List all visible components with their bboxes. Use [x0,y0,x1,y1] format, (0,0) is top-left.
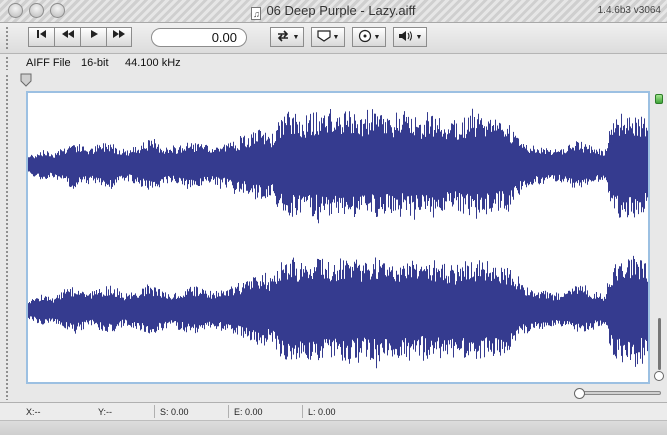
green-marker-icon[interactable] [655,94,663,104]
cursor-x-readout: X:-- [26,407,41,417]
play-button[interactable] [80,27,106,47]
rewind-button[interactable] [54,27,80,47]
vertical-zoom-control[interactable] [653,92,665,384]
title-bar[interactable]: ♫ 06 Deep Purple - Lazy.aiff 1.4.6b3 v306… [0,0,667,23]
window-title: ♫ 06 Deep Purple - Lazy.aiff [0,3,667,20]
volume-icon [398,31,412,41]
vertical-zoom-track[interactable] [658,318,661,370]
view-menu-button[interactable]: ▼ [352,27,386,47]
selection-end-readout: E: 0.00 [234,407,263,417]
bit-depth-label: 16-bit [81,57,109,69]
cursor-y-readout: Y:-- [98,407,113,417]
chevron-down-icon: ▼ [332,34,340,41]
waveform-view[interactable] [26,91,650,384]
view-icon [358,29,371,43]
left-gutter [0,72,22,402]
version-label: 1.4.6b3 v3064 [597,5,661,16]
chevron-down-icon: ▼ [373,34,381,41]
fast-forward-icon [113,30,125,38]
window-bottom-edge [0,420,667,435]
rewind-icon [61,30,74,38]
marker-icon [316,30,331,42]
horizontal-zoom-track[interactable] [581,391,661,395]
file-format-label: AIFF File [26,57,71,69]
waveform-channel-left [28,108,648,224]
music-note-icon: ♫ [251,7,262,20]
skip-to-start-button[interactable] [28,27,54,47]
chevron-down-icon: ▼ [415,34,423,41]
marker-menu-button[interactable]: ▼ [311,27,345,47]
status-divider [302,405,303,418]
selection-start-readout: S: 0.00 [160,407,189,417]
selection-length-readout: L: 0.00 [308,407,336,417]
vertical-zoom-knob[interactable] [654,371,664,381]
status-divider [228,405,229,418]
window-title-text: 06 Deep Purple - Lazy.aiff [266,3,416,18]
loop-icon [277,30,288,42]
skip-to-start-icon [36,30,46,38]
sample-rate-label: 44.100 kHz [125,57,181,69]
file-info-bar: AIFF File 16-bit 44.100 kHz [0,54,667,72]
toolbar-grip[interactable] [5,26,9,50]
chevron-down-icon: ▼ [292,34,300,41]
play-icon [90,30,98,38]
status-bar: X:-- Y:-- S: 0.00 E: 0.00 L: 0.00 [0,402,667,421]
info-grip [5,56,9,70]
horizontal-zoom-knob[interactable] [574,388,585,399]
playhead-handle[interactable] [20,73,32,87]
volume-menu-button[interactable]: ▼ [393,27,427,47]
waveform-canvas[interactable] [28,93,648,382]
fast-forward-button[interactable] [106,27,132,47]
status-divider [154,405,155,418]
waveform-channel-right [28,255,648,369]
time-counter-field[interactable]: 0.00 [151,28,247,47]
gutter-grip [5,74,9,400]
loop-menu-button[interactable]: ▼ [270,27,304,47]
